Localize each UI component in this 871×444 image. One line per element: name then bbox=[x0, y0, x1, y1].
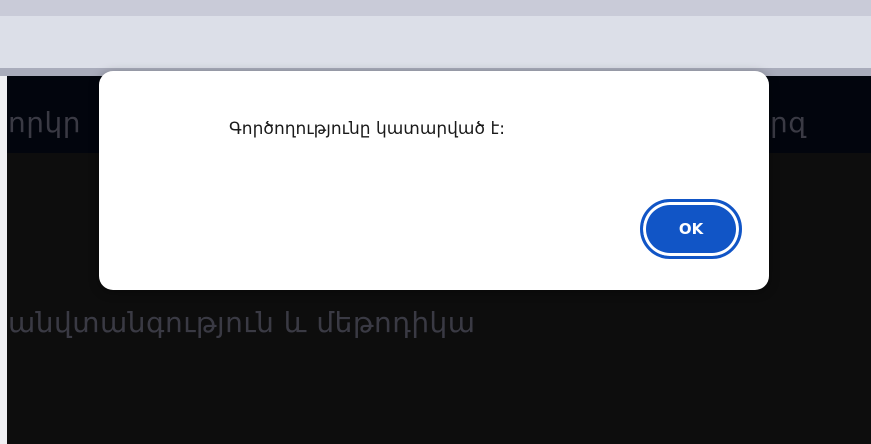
page-left-rail bbox=[0, 76, 7, 444]
browser-top-strip bbox=[0, 0, 871, 16]
browser-toolbar bbox=[0, 16, 871, 68]
background-nav-text-left: որկր bbox=[8, 106, 81, 139]
ok-button[interactable]: OK bbox=[640, 199, 742, 259]
dialog-message: Գործողությունը կատարված է: bbox=[229, 119, 505, 139]
background-nav-text-right: րզ bbox=[770, 106, 807, 139]
background-section-heading: անվտանգություն և մեթոդիկա bbox=[8, 306, 476, 339]
alert-dialog: Գործողությունը կատարված է: OK bbox=[99, 71, 769, 290]
